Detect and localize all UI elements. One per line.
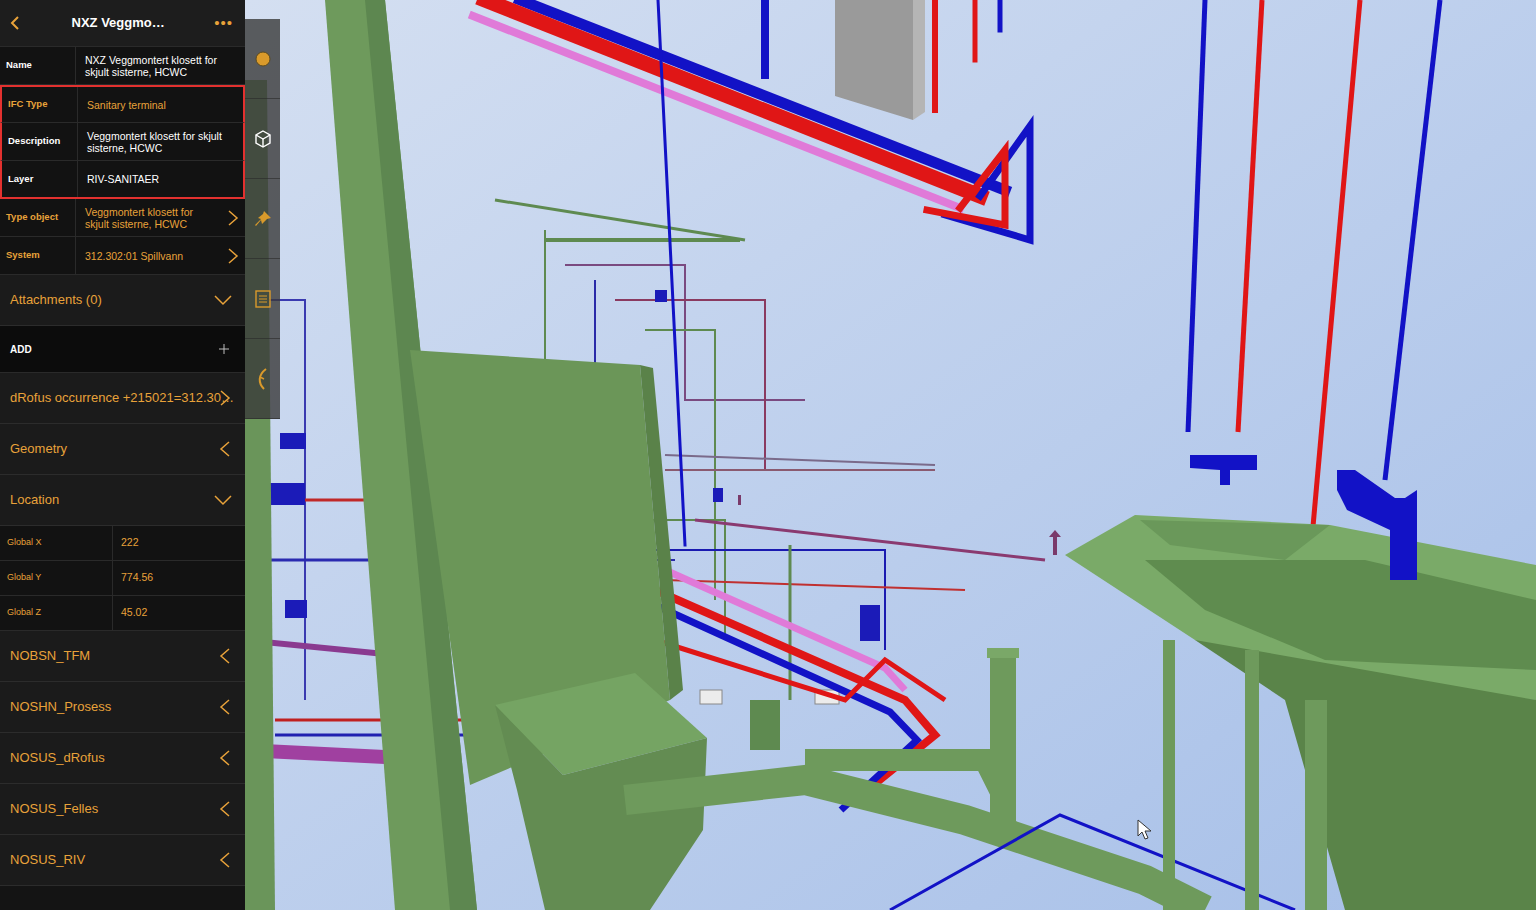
pin-icon xyxy=(252,207,274,231)
tool-strip xyxy=(245,19,280,419)
sink-drain-3 xyxy=(1163,640,1175,910)
field-label: Global Z xyxy=(0,596,113,630)
property-row: DescriptionVeggmontert klosett for skjul… xyxy=(0,123,245,161)
plus-icon xyxy=(219,342,235,356)
property-value: NXZ Veggmontert klosett for skjult siste… xyxy=(76,47,245,84)
document-icon xyxy=(252,287,274,311)
sink-front xyxy=(1195,640,1536,910)
section-header[interactable]: NOSUS_Felles xyxy=(0,784,245,835)
panel-title: NXZ Veggmo… xyxy=(22,13,214,33)
vent-pipe xyxy=(990,652,1016,832)
sink-basin-right xyxy=(1145,560,1536,670)
property-row: IFC TypeSanitary terminal xyxy=(0,85,245,123)
circle-icon xyxy=(252,47,274,71)
chevron-left-icon xyxy=(219,851,235,869)
chevron-left-icon xyxy=(219,698,235,716)
property-row: NameNXZ Veggmontert klosett for skjult s… xyxy=(0,47,245,85)
section-label: NOSHN_Prosess xyxy=(10,697,111,717)
chevron-left-icon xyxy=(219,440,235,458)
section-label: Location xyxy=(10,490,59,510)
property-value: Veggmontert klosett for skjult sisterne,… xyxy=(78,123,243,160)
location-field: Global X222 xyxy=(0,526,245,561)
model-viewport[interactable] xyxy=(245,0,1536,910)
vent-cap xyxy=(987,648,1019,658)
location-field: Global Y774.56 xyxy=(0,561,245,596)
property-row[interactable]: Type objectVeggmontert klosett for skjul… xyxy=(0,199,245,237)
chevron-right-icon xyxy=(227,199,245,236)
floor-drain-pipe-2 xyxy=(805,760,1005,800)
sink-basin-left xyxy=(1140,520,1330,560)
section-label: Geometry xyxy=(10,439,67,459)
arrow-markers xyxy=(738,495,1061,555)
section-header[interactable]: NOBSN_TFM xyxy=(0,631,245,682)
properties-panel: NXZ Veggmo…•••NameNXZ Veggmontert kloset… xyxy=(0,0,245,910)
section-header[interactable]: dRofus occurrence +215021=312.30… xyxy=(0,373,245,424)
section-label: NOSUS_dRofus xyxy=(10,748,105,768)
toilet-tank-side xyxy=(640,365,683,700)
tool-button[interactable] xyxy=(245,179,280,259)
app: NXZ Veggmo…•••NameNXZ Veggmontert kloset… xyxy=(0,0,1536,910)
chevron-right-icon xyxy=(219,389,235,407)
sink-drain-2 xyxy=(1305,700,1327,910)
field-value: 45.02 xyxy=(113,596,245,630)
property-row: LayerRIV-SANITAER xyxy=(0,161,245,199)
section-header[interactable]: Location xyxy=(0,475,245,526)
location-field: Global Z45.02 xyxy=(0,596,245,631)
chevron-right-icon xyxy=(227,237,245,274)
section-header[interactable]: Attachments (0) xyxy=(0,275,245,326)
chevron-left-icon xyxy=(219,800,235,818)
floor-drain-pipe xyxy=(625,780,1205,910)
property-label: Description xyxy=(2,123,78,160)
chevron-down-icon xyxy=(213,494,235,506)
property-row[interactable]: System312.302:01 Spillvann xyxy=(0,237,245,275)
ceiling-unit-side xyxy=(913,0,925,120)
tool-button[interactable] xyxy=(245,19,280,99)
property-value: Sanitary terminal xyxy=(78,87,243,122)
section-label: Attachments (0) xyxy=(10,290,102,310)
riser-pipes xyxy=(1188,0,1440,560)
measure-icon xyxy=(252,367,274,391)
add-button[interactable]: ADD xyxy=(0,326,245,373)
model-render[interactable] xyxy=(245,0,1536,910)
mouse-cursor-icon xyxy=(1138,820,1151,839)
field-label: Global Y xyxy=(0,561,113,595)
sink-drain xyxy=(1245,650,1259,910)
ceiling-unit xyxy=(835,0,913,120)
faucets xyxy=(1190,455,1417,580)
more-menu[interactable]: ••• xyxy=(214,12,237,35)
chevron-down-icon xyxy=(213,294,235,306)
cube-icon xyxy=(252,127,274,151)
property-label: IFC Type xyxy=(2,87,78,122)
tool-button[interactable] xyxy=(245,339,280,419)
field-value: 222 xyxy=(113,526,245,560)
panel-header: NXZ Veggmo…••• xyxy=(0,0,245,47)
property-value: 312.302:01 Spillvann xyxy=(76,237,227,274)
property-value: Veggmontert klosett for skjult sisterne,… xyxy=(76,199,227,236)
chevron-left-icon xyxy=(219,647,235,665)
section-label: NOBSN_TFM xyxy=(10,646,90,666)
property-value: RIV-SANITAER xyxy=(78,161,243,197)
property-label: Type object xyxy=(0,199,76,236)
section-label: NOSUS_RIV xyxy=(10,850,85,870)
back-chevron-icon[interactable] xyxy=(8,14,22,32)
tool-button[interactable] xyxy=(245,99,280,179)
floor-line xyxy=(890,815,1295,910)
add-label: ADD xyxy=(10,342,32,357)
field-value: 774.56 xyxy=(113,561,245,595)
field-label: Global X xyxy=(0,526,113,560)
chevron-left-icon xyxy=(219,749,235,767)
section-header[interactable]: NOSHN_Prosess xyxy=(0,682,245,733)
section-header[interactable]: NOSUS_RIV xyxy=(0,835,245,886)
property-label: System xyxy=(0,237,76,274)
property-label: Layer xyxy=(2,161,78,197)
section-label: NOSUS_Felles xyxy=(10,799,98,819)
section-label: dRofus occurrence +215021=312.30… xyxy=(10,388,215,408)
tool-button[interactable] xyxy=(245,259,280,339)
section-header[interactable]: NOSUS_dRofus xyxy=(0,733,245,784)
section-header[interactable]: Geometry xyxy=(0,424,245,475)
property-label: Name xyxy=(0,47,76,84)
